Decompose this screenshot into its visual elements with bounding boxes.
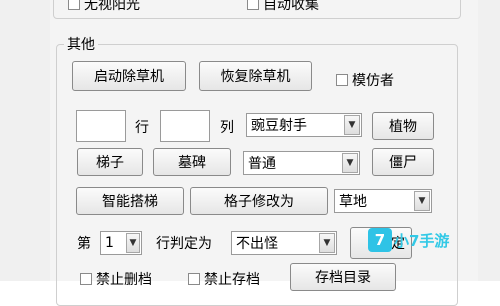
row-number-spinner[interactable]: 1 ▼ xyxy=(100,231,142,255)
no-sunlight-checkbox[interactable]: 无视阳光 xyxy=(68,0,140,14)
auto-collect-checkbox[interactable]: 自动收集 xyxy=(247,0,319,14)
row-judged-label: 行判定为 xyxy=(156,236,212,252)
checkbox-box[interactable] xyxy=(68,0,80,10)
ladder-button[interactable]: 梯子 xyxy=(77,148,143,176)
gravestone-button[interactable]: 墓碑 xyxy=(153,148,231,176)
checkbox-box[interactable] xyxy=(336,74,348,86)
zombie-select[interactable]: 普通 ▼ xyxy=(243,151,360,175)
watermark-logo: 7 xyxy=(368,228,392,252)
no-sunlight-label: 无视阳光 xyxy=(84,0,140,13)
smart-ladder-button[interactable]: 智能搭梯 xyxy=(76,187,184,215)
no-delete-save-label: 禁止删档 xyxy=(96,272,152,288)
plant-select[interactable]: 豌豆射手 ▼ xyxy=(246,113,362,137)
no-save-label: 禁止存档 xyxy=(204,272,260,288)
row-type-select[interactable]: 不出怪 ▼ xyxy=(231,231,337,255)
row-prefix-label: 第 xyxy=(77,236,91,252)
no-delete-save-checkbox[interactable]: 禁止删档 xyxy=(80,269,152,289)
row-type-select-value: 不出怪 xyxy=(236,236,278,252)
row-number-value: 1 xyxy=(105,235,114,251)
imitator-checkbox[interactable]: 模仿者 xyxy=(336,70,394,90)
grid-select[interactable]: 草地 ▼ xyxy=(334,189,432,213)
zombie-button[interactable]: 僵尸 xyxy=(372,148,434,176)
restore-mower-button[interactable]: 恢复除草机 xyxy=(199,61,312,91)
row-input[interactable] xyxy=(76,110,126,142)
modify-grid-button[interactable]: 格子修改为 xyxy=(190,187,328,215)
chevron-down-icon[interactable]: ▼ xyxy=(414,191,430,211)
site-watermark: 7 小7手游 xyxy=(368,228,449,252)
chevron-down-icon[interactable]: ▼ xyxy=(342,153,358,173)
checkbox-box[interactable] xyxy=(247,0,259,10)
window-frame-right xyxy=(478,0,500,281)
no-save-checkbox[interactable]: 禁止存档 xyxy=(188,269,260,289)
chevron-down-icon[interactable]: ▼ xyxy=(344,115,360,135)
plant-select-value: 豌豆射手 xyxy=(251,118,307,134)
zombie-select-value: 普通 xyxy=(248,156,276,172)
column-label: 列 xyxy=(220,120,234,136)
row-label: 行 xyxy=(135,120,149,136)
column-input[interactable] xyxy=(160,110,210,142)
auto-collect-label: 自动收集 xyxy=(263,0,319,13)
other-group-title: 其他 xyxy=(64,34,98,54)
checkbox-box[interactable] xyxy=(188,273,200,285)
chevron-down-icon[interactable]: ▼ xyxy=(126,233,140,253)
checkbox-box[interactable] xyxy=(80,273,92,285)
chevron-down-icon[interactable]: ▼ xyxy=(319,233,335,253)
start-mower-button[interactable]: 启动除草机 xyxy=(72,61,186,91)
imitator-label: 模仿者 xyxy=(352,73,394,89)
window-frame-left xyxy=(0,0,50,281)
plant-button[interactable]: 植物 xyxy=(372,112,434,140)
watermark-text: 小7手游 xyxy=(394,231,450,250)
grid-select-value: 草地 xyxy=(339,194,367,210)
save-directory-button[interactable]: 存档目录 xyxy=(290,263,396,291)
